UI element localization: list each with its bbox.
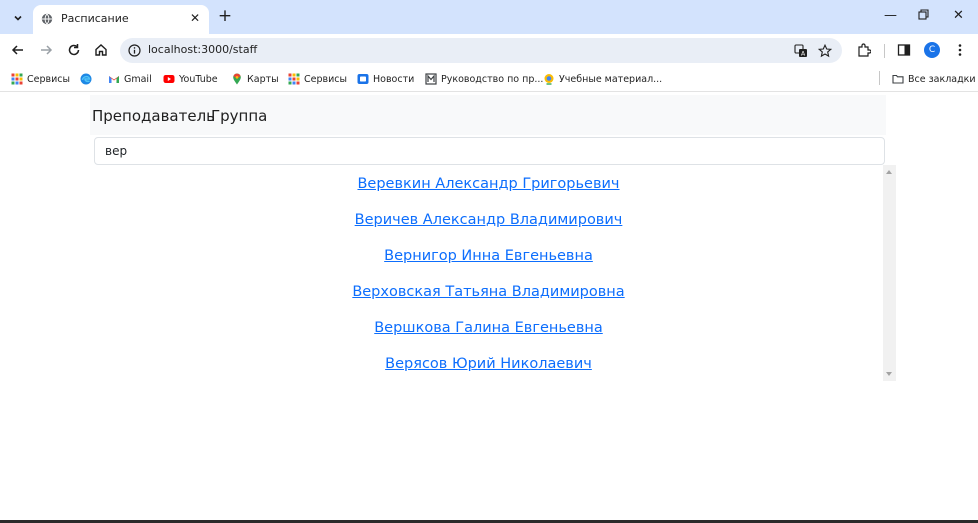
bookmark-label: Новости (373, 73, 415, 85)
results-scrollbar[interactable] (883, 165, 896, 381)
bookmark-youtube[interactable]: YouTube (163, 72, 218, 86)
translate-icon[interactable]: A (794, 44, 808, 58)
folder-icon (892, 74, 904, 84)
youtube-icon (163, 75, 175, 83)
page-navbar: Преподаватель Группа (90, 95, 886, 135)
bookmarks-bar: Сервисы Gmail YouTube Карты Сервисы Ново… (0, 66, 978, 92)
bookmark-news[interactable]: Новости (357, 72, 414, 86)
result-link[interactable]: Верясов Юрий Николаевич (94, 356, 883, 372)
bookmark-label: Руководство по пр... (441, 73, 544, 85)
bookmark-label: Gmail (124, 73, 152, 85)
search-input[interactable] (94, 137, 885, 165)
profile-avatar[interactable]: C (924, 42, 940, 58)
bookmark-materials[interactable]: Учебные материал... (543, 72, 662, 86)
active-tab[interactable]: Расписание ✕ (33, 5, 209, 34)
nav-teacher-link[interactable]: Преподаватель (92, 107, 215, 125)
close-window-icon[interactable]: ✕ (953, 9, 964, 23)
apps-grid-icon (288, 73, 300, 85)
bookmark-guide[interactable]: Руководство по пр... (425, 72, 543, 86)
new-tab-icon[interactable]: + (216, 7, 234, 25)
all-bookmarks[interactable]: Все закладки (892, 72, 976, 86)
tab-close-icon[interactable]: ✕ (190, 11, 200, 25)
bookmark-label: Карты (247, 73, 279, 85)
reload-icon[interactable] (66, 42, 82, 58)
result-link[interactable]: Вершкова Галина Евгеньевна (94, 320, 883, 336)
bookmarks-divider (879, 71, 880, 85)
news-icon (357, 74, 369, 84)
bookmark-maps[interactable]: Карты (231, 72, 279, 86)
restore-icon[interactable] (918, 9, 929, 24)
scroll-up-icon[interactable] (886, 170, 892, 174)
bookmark-services[interactable]: Сервисы (11, 72, 70, 86)
tab-title: Расписание (61, 12, 129, 25)
results-list: Веревкин Александр Григорьевич Веричев А… (94, 165, 896, 381)
result-link[interactable]: Верховская Татьяна Владимировна (94, 284, 883, 300)
apps-grid-icon (11, 73, 23, 85)
bookmark-edge[interactable] (80, 72, 96, 86)
result-link[interactable]: Веревкин Александр Григорьевич (94, 176, 883, 192)
site-info-icon[interactable] (128, 44, 141, 57)
side-panel-icon[interactable] (897, 43, 911, 57)
home-icon[interactable] (93, 42, 109, 58)
scroll-down-icon[interactable] (886, 372, 892, 376)
materials-icon (544, 74, 554, 85)
all-bookmarks-label: Все закладки (908, 73, 976, 85)
minimize-icon[interactable]: — (884, 9, 897, 23)
bookmark-star-icon[interactable] (818, 44, 832, 58)
tab-strip: Расписание ✕ + — ✕ (0, 0, 978, 34)
address-bar[interactable]: localhost:3000/staff A (120, 38, 842, 63)
bookmark-label: Сервисы (27, 73, 71, 85)
gmail-icon (109, 76, 119, 83)
toolbar-divider (884, 44, 885, 58)
url-text: localhost:3000/staff (148, 43, 258, 56)
globe-icon (41, 13, 53, 25)
result-link[interactable]: Вернигор Инна Евгеньевна (94, 248, 883, 264)
menu-icon[interactable] (953, 43, 967, 57)
result-link[interactable]: Веричев Александр Владимирович (94, 212, 883, 228)
browser-toolbar: localhost:3000/staff A (0, 34, 978, 66)
forward-icon[interactable] (38, 42, 54, 58)
edge-icon (80, 73, 92, 85)
back-icon[interactable] (10, 42, 26, 58)
extensions-icon[interactable] (857, 43, 871, 57)
tab-search-icon[interactable] (8, 8, 28, 28)
guide-icon (425, 73, 437, 85)
bookmark-services-2[interactable]: Сервисы (288, 72, 347, 86)
bookmark-label: Сервисы (304, 73, 348, 85)
nav-group-link[interactable]: Группа (211, 107, 267, 125)
bookmark-label: Учебные материал... (559, 73, 663, 85)
bookmark-gmail[interactable]: Gmail (108, 72, 152, 86)
maps-pin-icon (233, 73, 241, 85)
bookmark-label: YouTube (179, 73, 218, 85)
